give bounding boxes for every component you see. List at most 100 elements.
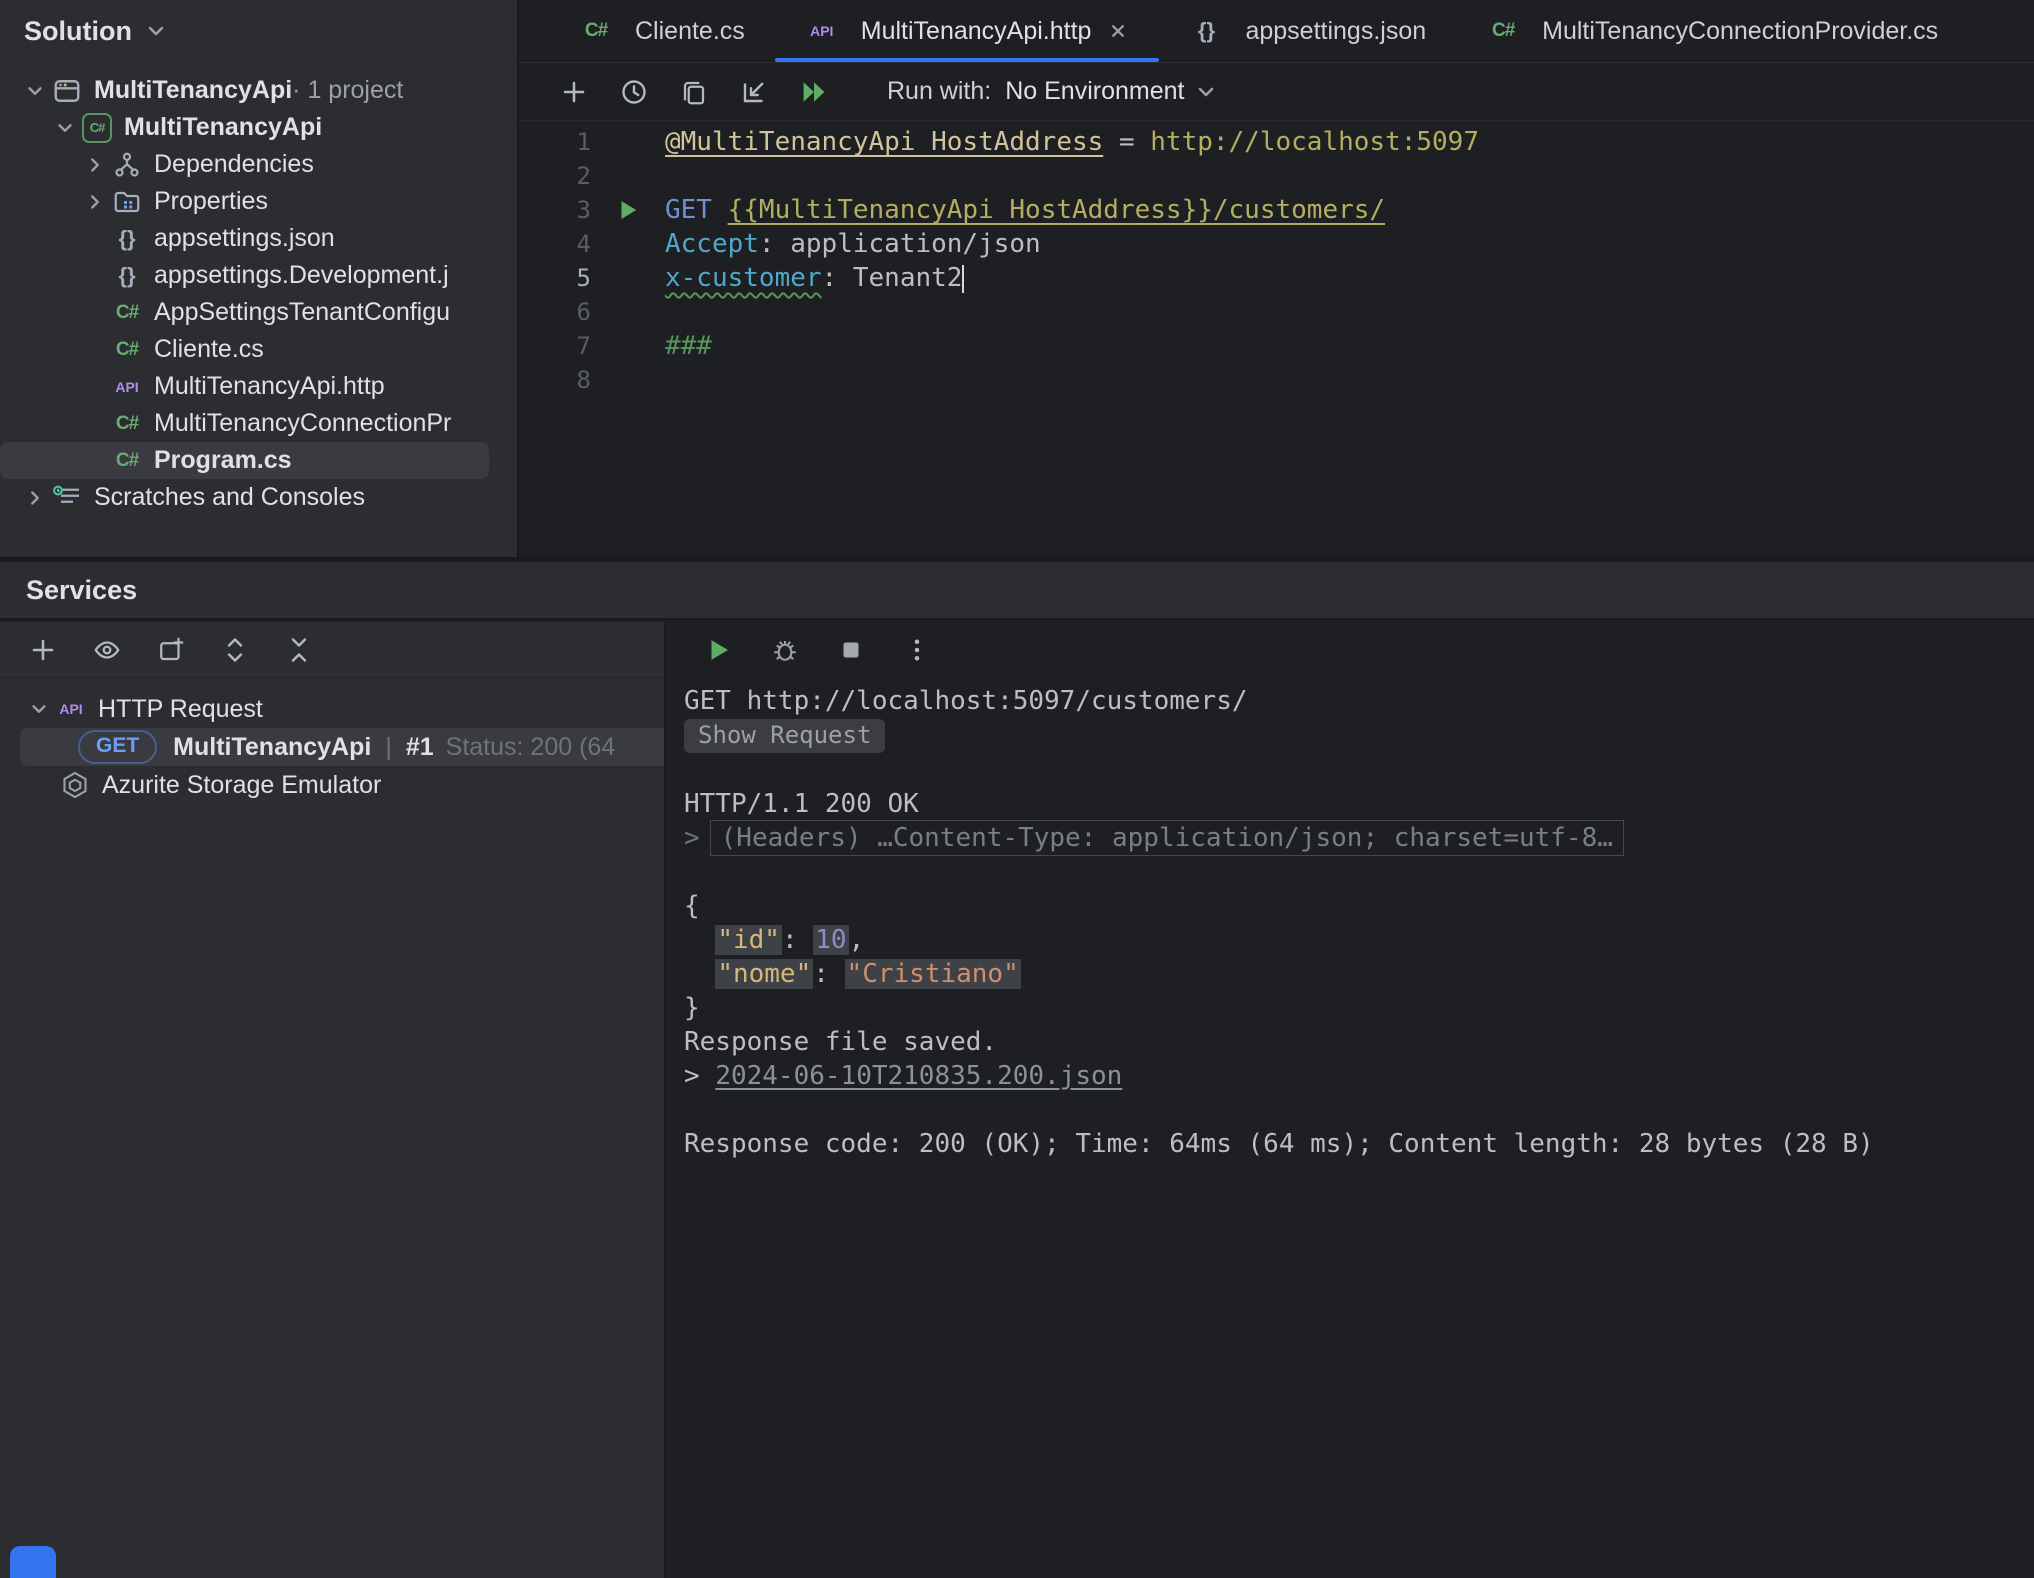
code-line[interactable]: GET {{MultiTenancyApi_HostAddress}}/cust… xyxy=(665,193,2034,227)
rerun-icon[interactable] xyxy=(702,633,736,667)
tree-item-multitenancyapi-solution[interactable]: MultiTenancyApi · 1 project xyxy=(0,72,517,109)
text-token: : xyxy=(759,229,790,259)
tree-item-appsettings-json[interactable]: {} appsettings.json xyxy=(0,220,517,257)
tree-item-properties[interactable]: Properties xyxy=(0,183,517,220)
http-api-icon: API xyxy=(805,23,839,39)
expand-all-icon[interactable] xyxy=(218,633,252,667)
solution-tree: MultiTenancyApi · 1 project C# MultiTena… xyxy=(0,62,517,516)
add-request-icon[interactable] xyxy=(557,75,591,109)
code-line[interactable] xyxy=(665,363,2034,397)
chevron-down-icon[interactable] xyxy=(24,698,54,720)
tree-item-label: Properties xyxy=(154,187,268,216)
fold-toggle[interactable]: > xyxy=(684,823,700,853)
debug-icon[interactable] xyxy=(768,633,802,667)
console-line: } xyxy=(684,991,2034,1025)
csharp-file-icon: C# xyxy=(110,339,144,361)
tree-item-appsettingstenantconfig[interactable]: C# AppSettingsTenantConfigu xyxy=(0,294,517,331)
add-service-icon[interactable] xyxy=(26,633,60,667)
status-line: HTTP/1.1 200 OK xyxy=(684,789,919,819)
copy-icon[interactable] xyxy=(677,75,711,109)
response-summary: Response code: 200 (OK); Time: 64ms (64 … xyxy=(684,1129,1874,1159)
open-request-log-icon[interactable] xyxy=(737,75,771,109)
tree-item-multitenancyconnectionprovider[interactable]: C# MultiTenancyConnectionPr xyxy=(0,405,517,442)
code-line[interactable]: @MultiTenancyApi_HostAddress = http://lo… xyxy=(665,125,2034,159)
request-name: MultiTenancyApi xyxy=(173,733,371,762)
solution-panel-title: Solution xyxy=(24,16,132,47)
tab-multitenancyconnectionprovider-cs[interactable]: C# MultiTenancyConnectionProvider.cs xyxy=(1456,0,1968,62)
csharp-icon-glyph: C# xyxy=(116,339,138,361)
line-number: 3 xyxy=(519,196,591,224)
csproj-icon: C# xyxy=(80,113,114,143)
solution-panel: Solution MultiTenancyApi · 1 project C# … xyxy=(0,0,519,557)
services-item-request-run[interactable]: GET MultiTenancyApi | #1 Status: 200 (64 xyxy=(20,728,664,766)
chevron-right-icon[interactable] xyxy=(20,487,50,509)
notification-icon[interactable] xyxy=(10,1546,56,1578)
solution-icon xyxy=(50,76,84,106)
line-number: 7 xyxy=(519,332,591,360)
tree-item-suffix: · 1 project xyxy=(292,76,403,105)
tree-item-label: MultiTenancyApi xyxy=(124,113,322,142)
show-options-icon[interactable] xyxy=(90,633,124,667)
csharp-icon-glyph: C# xyxy=(1492,20,1514,42)
line-number: 4 xyxy=(519,230,591,258)
close-icon[interactable] xyxy=(1107,20,1129,42)
code-line[interactable] xyxy=(665,295,2034,329)
tree-item-scratches-and-consoles[interactable]: Scratches and Consoles xyxy=(0,479,517,516)
code-editor[interactable]: 1 2 3 4 5 6 7 8 @MultiTenancyApi_HostAdd… xyxy=(519,121,2034,557)
chevron-down-icon xyxy=(1194,80,1218,104)
code-line[interactable]: Accept: application/json xyxy=(665,227,2034,261)
tree-item-label: appsettings.json xyxy=(154,224,335,253)
chevron-down-icon[interactable] xyxy=(20,80,50,102)
chevron-down-icon[interactable] xyxy=(144,19,168,43)
chevron-right-icon[interactable] xyxy=(80,191,110,213)
services-item-label: Azurite Storage Emulator xyxy=(102,771,381,800)
tab-multitenancyapi-http[interactable]: API MultiTenancyApi.http xyxy=(775,0,1160,62)
collapse-all-icon[interactable] xyxy=(282,633,316,667)
code-line[interactable]: x-customer: Tenant2 xyxy=(665,261,2034,295)
tab-appsettings-json[interactable]: {} appsettings.json xyxy=(1159,0,1456,62)
json-file-icon: {} xyxy=(110,263,144,289)
tree-item-cliente-cs[interactable]: C# Cliente.cs xyxy=(0,331,517,368)
status-badge: Status: 200 (64 xyxy=(446,733,616,762)
text-token: , xyxy=(849,925,865,955)
line-number: 8 xyxy=(519,366,591,394)
history-icon[interactable] xyxy=(617,75,651,109)
text-token: { xyxy=(684,891,700,921)
folded-headers[interactable]: (Headers) …Content-Type: application/jso… xyxy=(710,820,1624,856)
show-request-button[interactable]: Show Request xyxy=(684,719,885,753)
code-line[interactable] xyxy=(665,159,2034,193)
tree-item-multitenancyapi-http[interactable]: API MultiTenancyApi.http xyxy=(0,368,517,405)
tree-item-program-cs[interactable]: C# Program.cs xyxy=(0,442,489,479)
chevron-down-icon[interactable] xyxy=(50,117,80,139)
more-options-icon[interactable] xyxy=(900,633,934,667)
tree-item-multitenancyapi-project[interactable]: C# MultiTenancyApi xyxy=(0,109,517,146)
response-file-link[interactable]: 2024-06-10T210835.200.json xyxy=(715,1061,1122,1091)
services-title: Services xyxy=(26,575,137,606)
header-value: application/json xyxy=(790,229,1040,259)
services-item-azurite[interactable]: Azurite Storage Emulator xyxy=(0,766,664,804)
text-token: : xyxy=(782,925,813,955)
tree-item-dependencies[interactable]: Dependencies xyxy=(0,146,517,183)
console-line xyxy=(684,855,2034,889)
stop-icon[interactable] xyxy=(834,633,868,667)
tree-item-appsettings-development-json[interactable]: {} appsettings.Development.j xyxy=(0,257,517,294)
tab-cliente-cs[interactable]: C# Cliente.cs xyxy=(549,0,775,62)
json-key: "nome" xyxy=(715,959,813,989)
text-caret xyxy=(962,265,964,293)
code-line[interactable]: ### xyxy=(665,329,2034,363)
run-request-icon[interactable] xyxy=(591,197,665,223)
tree-item-label: MultiTenancyApi xyxy=(94,76,292,105)
services-item-http-request[interactable]: API HTTP Request xyxy=(0,690,664,728)
console-line: Response file saved. xyxy=(684,1025,2034,1059)
scratches-icon xyxy=(50,483,84,513)
csproj-icon-glyph: C# xyxy=(90,120,105,135)
environment-selector[interactable]: No Environment xyxy=(1005,77,1218,106)
run-all-icon[interactable] xyxy=(797,75,831,109)
text-token: : xyxy=(822,263,853,293)
solution-panel-header[interactable]: Solution xyxy=(0,0,517,62)
http-variable: @MultiTenancyApi_HostAddress xyxy=(665,127,1103,157)
json-file-icon: {} xyxy=(1189,18,1223,44)
open-in-new-tab-icon[interactable] xyxy=(154,633,188,667)
chevron-right-icon[interactable] xyxy=(80,154,110,176)
csharp-icon-glyph: C# xyxy=(116,413,138,435)
